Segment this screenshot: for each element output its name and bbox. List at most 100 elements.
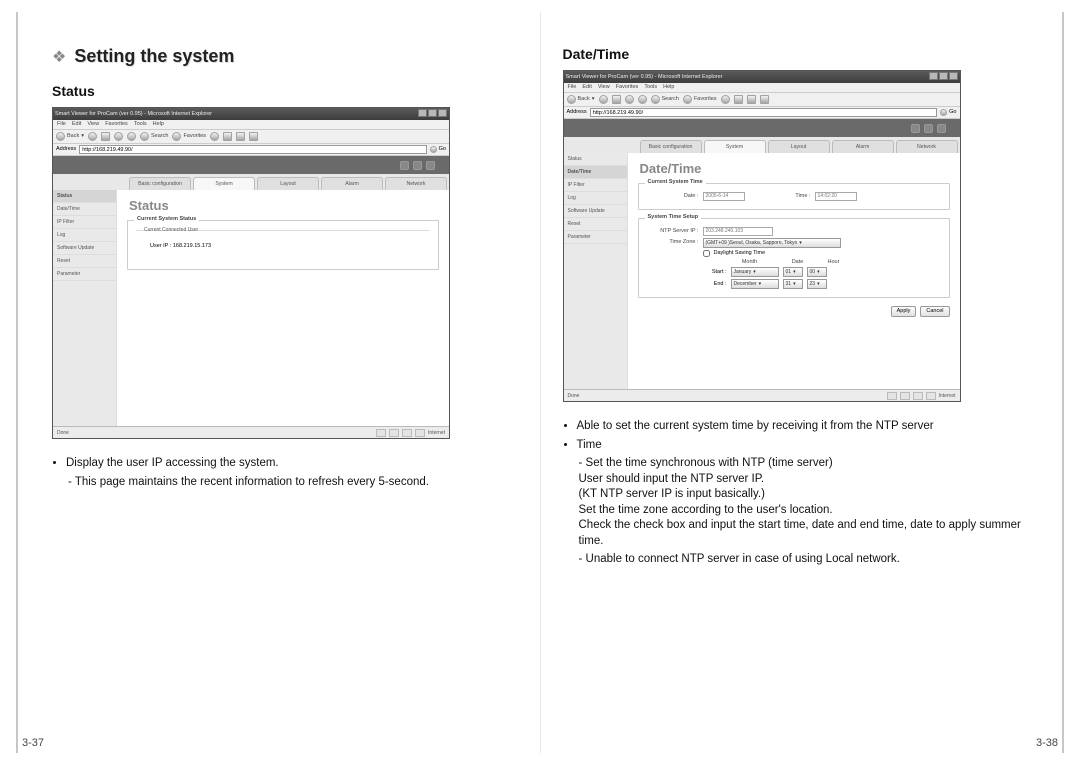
mail-icon[interactable] (734, 95, 743, 104)
stop-icon[interactable] (101, 132, 110, 141)
menu-favorites[interactable]: Favorites (616, 84, 639, 91)
menubar[interactable]: File Edit View Favorites Tools Help (53, 120, 449, 130)
end-hour-select[interactable]: 23▾ (807, 279, 827, 289)
sidebar-item-ipfilter[interactable]: IP Filter (53, 216, 116, 229)
history-icon[interactable] (210, 132, 219, 141)
menu-help[interactable]: Help (663, 84, 674, 91)
favorites-button[interactable]: Favorites (172, 132, 206, 141)
toolbar: Back ▾ Search Favorites (564, 93, 960, 107)
cancel-button[interactable]: Cancel (920, 306, 949, 317)
back-button[interactable]: Back ▾ (567, 95, 595, 104)
search-button[interactable]: Search (651, 95, 679, 104)
menu-file[interactable]: File (57, 121, 66, 128)
sidebar-item-datetime[interactable]: Date/Time (564, 166, 627, 179)
note-sub: Unable to connect NTP server in case of … (579, 552, 1029, 568)
menu-tools[interactable]: Tools (644, 84, 657, 91)
sidebar-item-reset[interactable]: Reset (564, 218, 627, 231)
sidebar-item-log[interactable]: Log (564, 192, 627, 205)
sidebar-item-parameter[interactable]: Parameter (564, 231, 627, 244)
section-heading: Setting the system (74, 46, 234, 67)
history-icon[interactable] (721, 95, 730, 104)
inner-legend: Current Connected User (144, 227, 198, 233)
menu-tools[interactable]: Tools (134, 121, 147, 128)
mail-icon[interactable] (223, 132, 232, 141)
menu-view[interactable]: View (87, 121, 99, 128)
menubar[interactable]: File Edit View Favorites Tools Help (564, 83, 960, 93)
forward-icon[interactable] (599, 95, 608, 104)
print-icon[interactable] (747, 95, 756, 104)
menu-edit[interactable]: Edit (72, 121, 81, 128)
edit-icon[interactable] (249, 132, 258, 141)
favorites-button[interactable]: Favorites (683, 95, 717, 104)
apply-button[interactable]: Apply (891, 306, 917, 317)
menu-view[interactable]: View (598, 84, 610, 91)
tab-basic[interactable]: Basic configuration (129, 177, 191, 190)
address-input[interactable] (590, 108, 937, 117)
refresh-icon[interactable] (625, 95, 634, 104)
sidebar-item-status[interactable]: Status (53, 190, 116, 203)
sidebar-item-datetime[interactable]: Date/Time (53, 203, 116, 216)
date-value: 2005-6-14 (703, 192, 745, 201)
sidebar-item-swupdate[interactable]: Software Update (564, 205, 627, 218)
address-bar: Address Go (53, 144, 449, 156)
end-date-select[interactable]: 31▾ (783, 279, 803, 289)
edit-icon[interactable] (760, 95, 769, 104)
start-month-select[interactable]: January▾ (731, 267, 779, 277)
header-icon-3[interactable] (937, 124, 946, 133)
go-button[interactable]: Go (430, 146, 446, 153)
window-controls[interactable] (928, 72, 958, 83)
header-icon-1[interactable] (400, 161, 409, 170)
start-date-select[interactable]: 01▾ (783, 267, 803, 277)
menu-help[interactable]: Help (153, 121, 164, 128)
content-area: Status Current System Status Current Con… (117, 190, 449, 426)
stop-icon[interactable] (612, 95, 621, 104)
window-controls[interactable] (417, 109, 447, 120)
home-icon[interactable] (638, 95, 647, 104)
forward-icon[interactable] (88, 132, 97, 141)
internet-zone: Internet (939, 393, 956, 399)
ntp-input[interactable]: 203.248.240.103 (703, 227, 773, 236)
tab-network[interactable]: Network (385, 177, 447, 190)
user-ip-text: User IP : 168.219.15.173 (150, 243, 426, 250)
tab-system[interactable]: System (193, 177, 255, 190)
titlebar: Smart Viewer for ProCam (ver 0.95) - Mic… (53, 108, 449, 120)
tab-layout[interactable]: Layout (257, 177, 319, 190)
page-number-left: 3-37 (22, 737, 44, 749)
sidebar-item-status[interactable]: Status (564, 153, 627, 166)
refresh-icon[interactable] (114, 132, 123, 141)
menu-favorites[interactable]: Favorites (105, 121, 128, 128)
tab-network[interactable]: Network (896, 140, 958, 153)
header-icon-1[interactable] (911, 124, 920, 133)
col-date: Date (789, 259, 807, 266)
back-button[interactable]: Back ▾ (56, 132, 84, 141)
print-icon[interactable] (236, 132, 245, 141)
home-icon[interactable] (127, 132, 136, 141)
dst-checkbox[interactable] (703, 250, 710, 257)
tab-layout[interactable]: Layout (768, 140, 830, 153)
header-icon-2[interactable] (413, 161, 422, 170)
search-button[interactable]: Search (140, 132, 168, 141)
side-nav: Status Date/Time IP Filter Log Software … (53, 190, 117, 426)
menu-edit[interactable]: Edit (582, 84, 591, 91)
start-hour-select[interactable]: 00▾ (807, 267, 827, 277)
top-tabs: Basic configuration System Layout Alarm … (564, 137, 960, 153)
tab-system[interactable]: System (704, 140, 766, 153)
header-icon-3[interactable] (426, 161, 435, 170)
sidebar-item-ipfilter[interactable]: IP Filter (564, 179, 627, 192)
sidebar-item-parameter[interactable]: Parameter (53, 268, 116, 281)
end-month-select[interactable]: December▾ (731, 279, 779, 289)
tab-basic[interactable]: Basic configuration (640, 140, 702, 153)
header-icon-2[interactable] (924, 124, 933, 133)
address-input[interactable] (79, 145, 426, 154)
note-sub: This page maintains the recent informati… (68, 475, 518, 491)
tz-label: Time Zone : (647, 239, 699, 246)
timezone-select[interactable]: (GMT+09 )Seoul, Osaka, Sapporo, Tokyo▾ (703, 238, 841, 248)
sidebar-item-swupdate[interactable]: Software Update (53, 242, 116, 255)
tab-alarm[interactable]: Alarm (321, 177, 383, 190)
sidebar-item-log[interactable]: Log (53, 229, 116, 242)
side-nav: Status Date/Time IP Filter Log Software … (564, 153, 628, 389)
tab-alarm[interactable]: Alarm (832, 140, 894, 153)
go-button[interactable]: Go (940, 109, 956, 116)
sidebar-item-reset[interactable]: Reset (53, 255, 116, 268)
menu-file[interactable]: File (568, 84, 577, 91)
